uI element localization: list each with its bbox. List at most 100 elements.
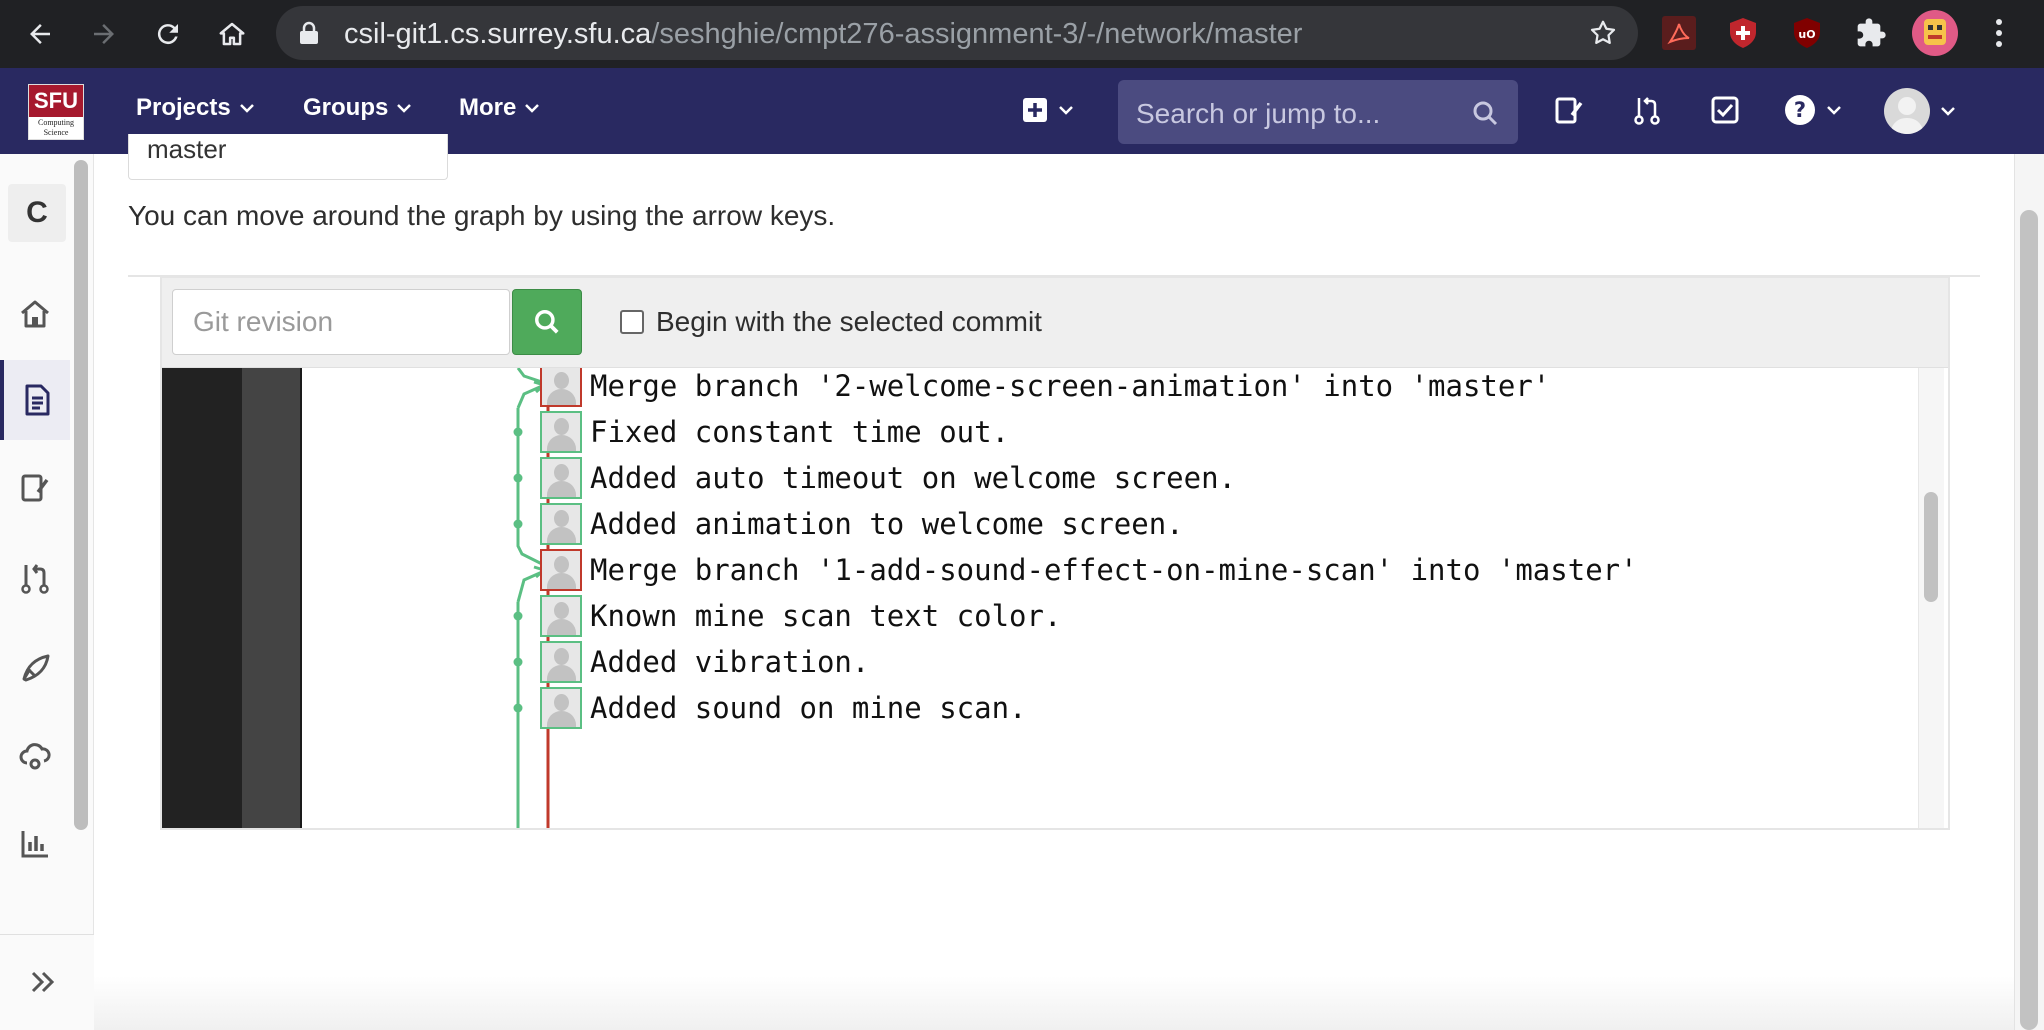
- home-button[interactable]: [208, 10, 256, 58]
- sidebar-item-operations[interactable]: [0, 716, 70, 796]
- page-scrollbar[interactable]: [2020, 210, 2038, 1030]
- network-graph[interactable]: Merge branch '2-welcome-screen-animation…: [162, 368, 1948, 828]
- avatar-head: [554, 418, 569, 435]
- todos-button[interactable]: [1710, 90, 1740, 130]
- extensions-puzzle-icon[interactable]: [1852, 14, 1890, 52]
- url-path: /seshghie/cmpt276-assignment-3/-/network…: [651, 18, 1303, 50]
- avatar-body: [547, 711, 576, 727]
- avatar-head: [554, 464, 569, 481]
- sidebar-item-merge-requests[interactable]: [0, 538, 70, 618]
- commit-node[interactable]: [513, 473, 523, 483]
- file-icon: [25, 384, 50, 416]
- profile-avatar-icon[interactable]: [1912, 10, 1958, 56]
- address-bar[interactable]: csil-git1.cs.surrey.sfu.ca/seshghie/cmpt…: [276, 6, 1638, 60]
- commit-message: Fixed constant time out.: [590, 415, 1010, 449]
- url-host: csil-git1.cs.surrey.sfu.ca: [344, 18, 652, 50]
- avatar-head: [554, 694, 569, 711]
- commit-message: Added auto timeout on welcome screen.: [590, 461, 1237, 495]
- arrow-right-icon: [94, 24, 114, 44]
- chevron-down-icon[interactable]: [1940, 106, 1956, 116]
- merge-request-icon: [1634, 97, 1660, 125]
- pdf-extension-icon[interactable]: [1660, 14, 1698, 52]
- commit-message: Merge branch '2-welcome-screen-animation…: [590, 369, 1551, 403]
- user-avatar[interactable]: [1884, 88, 1930, 134]
- commit-row[interactable]: Added vibration.: [540, 639, 869, 685]
- new-item-dropdown[interactable]: [1022, 90, 1074, 130]
- ublock-extension-icon[interactable]: uO: [1788, 14, 1826, 52]
- rocket-icon: [22, 654, 50, 682]
- commit-row[interactable]: Known mine scan text color.: [540, 593, 1061, 639]
- commit-node[interactable]: [513, 427, 523, 437]
- commit-row[interactable]: Fixed constant time out.: [540, 409, 1009, 455]
- feature-branch-line-1: [516, 570, 543, 828]
- begin-with-selected-checkbox[interactable]: [620, 310, 644, 334]
- lock-icon: [300, 21, 318, 44]
- sidebar-item-issues[interactable]: [0, 448, 70, 528]
- commit-author-avatar: [540, 641, 582, 683]
- url-text: csil-git1.cs.surrey.sfu.ca/seshghie/cmpt…: [344, 18, 1302, 51]
- issues-button[interactable]: [1554, 90, 1584, 130]
- commit-row[interactable]: Added auto timeout on welcome screen.: [540, 455, 1236, 501]
- browser-menu-icon[interactable]: [1980, 14, 2018, 52]
- groups-menu[interactable]: Groups: [303, 94, 412, 122]
- graph-scrollbar[interactable]: [1924, 492, 1938, 602]
- sidebar-item-ci-cd[interactable]: [0, 628, 70, 708]
- revision-search-button[interactable]: [512, 289, 582, 355]
- branch-dropdown[interactable]: master: [128, 134, 448, 180]
- collapse-sidebar-icon[interactable]: [28, 967, 58, 997]
- shield-plus-extension-icon[interactable]: [1724, 14, 1762, 52]
- back-button[interactable]: [16, 10, 64, 58]
- avatar-body: [547, 573, 576, 589]
- sidebar-item-project-overview[interactable]: [0, 274, 70, 354]
- logo-subtext: Computing Science: [37, 118, 74, 137]
- commit-node[interactable]: [513, 611, 523, 621]
- merge-requests-button[interactable]: [1632, 90, 1662, 130]
- default-user-icon: [1890, 97, 1924, 134]
- help-question-icon: ?: [1785, 95, 1815, 125]
- sidebar-item-analytics[interactable]: [0, 804, 70, 884]
- commit-row[interactable]: Added animation to welcome screen.: [540, 501, 1184, 547]
- avatar-body: [547, 619, 576, 635]
- commit-author-avatar: [540, 457, 582, 499]
- avatar-head: [554, 372, 569, 389]
- sidebar-scrollbar[interactable]: [74, 160, 88, 830]
- merge-commit-row[interactable]: Merge branch '1-add-sound-effect-on-mine…: [540, 547, 1638, 593]
- commit-author-avatar: [540, 368, 582, 407]
- forward-button[interactable]: [80, 10, 128, 58]
- branch-dropdown-value: master: [147, 134, 227, 164]
- more-menu-label: More: [459, 94, 517, 121]
- merge-request-icon: [21, 564, 49, 594]
- sidebar-item-repository[interactable]: [0, 360, 70, 440]
- commit-row[interactable]: Added sound on mine scan.: [540, 685, 1027, 731]
- commit-node[interactable]: [513, 519, 523, 529]
- arrow-left-icon: [30, 24, 50, 44]
- chart-icon: [21, 831, 48, 858]
- search-input[interactable]: Search or jump to...: [1118, 80, 1518, 144]
- home-icon: [219, 22, 245, 46]
- groups-menu-label: Groups: [303, 94, 389, 121]
- help-dropdown[interactable]: ?: [1784, 90, 1842, 130]
- bookmark-star-icon[interactable]: [1588, 18, 1618, 48]
- commit-node[interactable]: [513, 703, 523, 713]
- svg-text:?: ?: [1794, 98, 1806, 122]
- reload-button[interactable]: [144, 10, 192, 58]
- merge-commit-row[interactable]: Merge branch '2-welcome-screen-animation…: [540, 368, 1550, 409]
- chevron-down-icon: [1059, 106, 1073, 115]
- more-menu[interactable]: More: [459, 94, 540, 122]
- commit-message: Added animation to welcome screen.: [590, 507, 1184, 541]
- avatar-head: [554, 648, 569, 665]
- svg-text:uO: uO: [1798, 28, 1815, 41]
- graph-hint-text: You can move around the graph by using t…: [128, 200, 836, 231]
- issues-icon: [1555, 97, 1583, 124]
- project-avatar[interactable]: C: [8, 184, 66, 242]
- git-revision-input[interactable]: [172, 289, 510, 355]
- issues-icon: [21, 474, 49, 502]
- cloud-gear-icon: [19, 743, 51, 770]
- page-bottom-shade: [94, 976, 2014, 1030]
- projects-menu[interactable]: Projects: [136, 94, 255, 122]
- commit-node[interactable]: [513, 657, 523, 667]
- sfu-logo[interactable]: SFU Computing Science: [28, 84, 84, 140]
- logo-text: SFU: [29, 85, 83, 117]
- commit-message: Known mine scan text color.: [590, 599, 1062, 633]
- avatar-head: [554, 556, 569, 573]
